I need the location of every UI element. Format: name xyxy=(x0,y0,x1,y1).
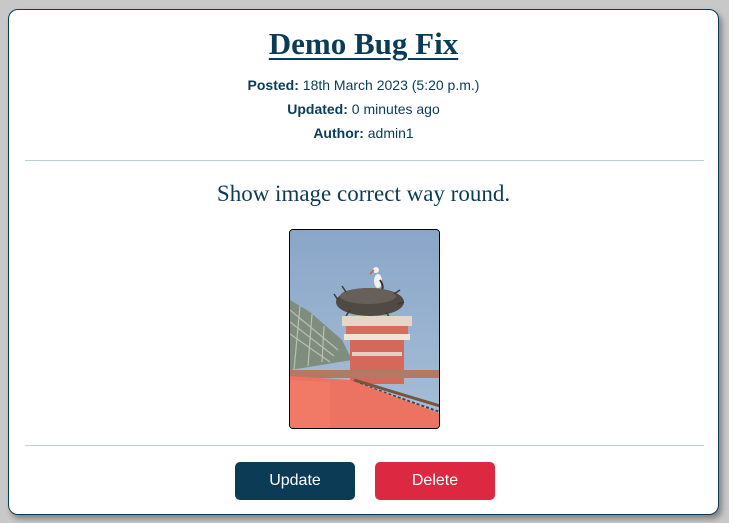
stork-nest-photo xyxy=(290,230,439,428)
author-label: Author: xyxy=(313,125,364,141)
author-line: Author: admin1 xyxy=(9,125,718,141)
author-value: admin1 xyxy=(367,125,414,141)
updated-label: Updated: xyxy=(287,101,348,117)
updated-value: 0 minutes ago xyxy=(351,101,440,117)
post-card: Demo Bug Fix Posted: 18th March 2023 (5:… xyxy=(8,9,719,515)
divider-top xyxy=(25,160,704,161)
posted-label: Posted: xyxy=(247,77,299,93)
post-content: Show image correct way round. xyxy=(216,181,511,206)
divider-bottom xyxy=(25,445,704,446)
posted-line: Posted: 18th March 2023 (5:20 p.m.) xyxy=(9,77,718,93)
post-image xyxy=(289,229,440,429)
post-title[interactable]: Demo Bug Fix xyxy=(9,26,718,62)
delete-button[interactable]: Delete xyxy=(375,462,495,500)
posted-value: 18th March 2023 (5:20 p.m.) xyxy=(302,77,480,93)
updated-line: Updated: 0 minutes ago xyxy=(9,101,718,117)
update-button[interactable]: Update xyxy=(235,462,355,500)
